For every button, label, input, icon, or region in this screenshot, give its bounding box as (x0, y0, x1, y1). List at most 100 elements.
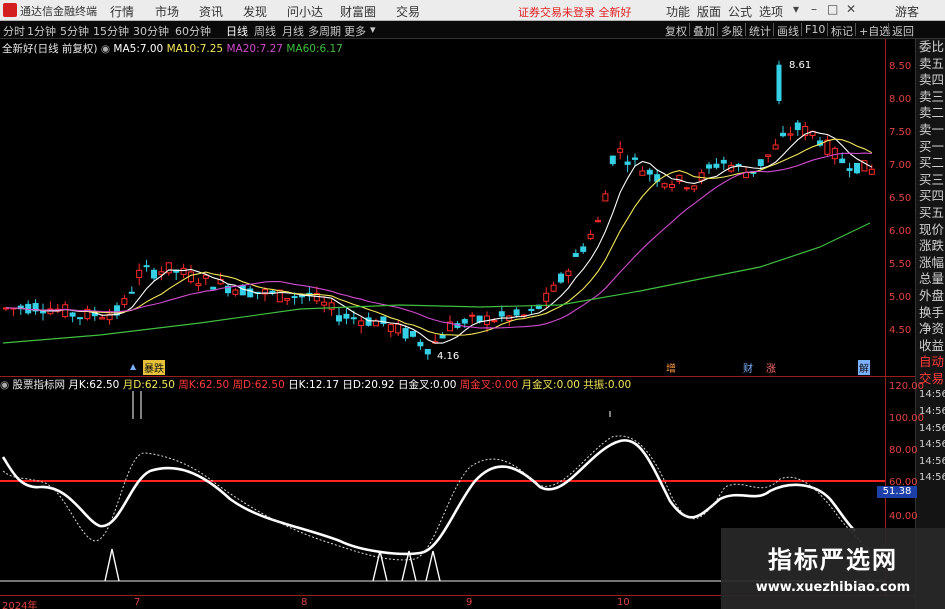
period-tab-5min[interactable]: 5分钟 (60, 23, 89, 39)
signal-triangle (104, 548, 120, 582)
period-toolbar: 分时 1分钟 5分钟 15分钟 30分钟 60分钟 日线 周线 月线 多周期 更… (0, 21, 945, 39)
side-item-change[interactable]: 涨跌 (916, 238, 945, 255)
period-tab-weekly[interactable]: 周线 (254, 23, 276, 39)
indicator-name[interactable]: 股票指标网 (13, 379, 66, 391)
side-item-bid4[interactable]: 买四 (916, 188, 945, 205)
side-item-ask4[interactable]: 卖四 (916, 72, 945, 89)
tool-mark[interactable]: 标记 (831, 23, 853, 39)
annotation-finance[interactable]: 财 (743, 360, 753, 375)
tool-back[interactable]: 返回 (892, 23, 914, 39)
candlestick-svg (2, 60, 875, 360)
maximize-icon[interactable]: □ (827, 2, 838, 16)
indicator-field-label: 共振: (579, 379, 608, 391)
legend-settings-icon[interactable]: ◉ (101, 43, 110, 55)
side-item-ask5[interactable]: 卖五 (916, 56, 945, 73)
annotation-increase[interactable]: 增 (666, 360, 676, 375)
side-item-ask3[interactable]: 卖三 (916, 89, 945, 106)
candle-body (195, 283, 202, 287)
side-item-price[interactable]: 现价 (916, 222, 945, 239)
ma5-value: 7.00 (139, 43, 164, 55)
candle-body (646, 169, 653, 175)
candle-body (321, 301, 328, 306)
tool-f10[interactable]: F10 (805, 23, 825, 36)
side-item-ask1[interactable]: 卖一 (916, 122, 945, 139)
menu-ask[interactable]: 问小达 (287, 3, 323, 20)
period-tab-timeshare[interactable]: 分时 (3, 23, 25, 39)
main-legend: 全新好(日线 前复权) ◉ MA5:7.00 MA10:7.25 MA20:7.… (2, 41, 343, 56)
side-item-outer[interactable]: 外盘 (916, 288, 945, 305)
high-price-label: 8.61 (789, 60, 812, 71)
side-item-bid2[interactable]: 买二 (916, 155, 945, 172)
candle-body (410, 331, 416, 337)
candle-body (624, 161, 631, 165)
period-more-arrow-icon[interactable]: ▾ (370, 23, 376, 36)
menu-quotes[interactable]: 行情 (110, 3, 134, 20)
price-tick: 7.00 (889, 160, 912, 171)
watermark-url: www.xuezhibiao.com (755, 580, 911, 595)
candle-body (402, 328, 409, 339)
candlestick-chart[interactable]: 全新好(日线 前复权) ◉ MA5:7.00 MA10:7.25 MA20:7.… (0, 39, 885, 376)
menu-discover[interactable]: 发现 (243, 3, 267, 20)
side-item-eps[interactable]: 收益 (916, 338, 945, 355)
side-item-auto[interactable]: 自动 (916, 354, 945, 371)
side-item-bid5[interactable]: 买五 (916, 205, 945, 222)
period-tab-60min[interactable]: 60分钟 (175, 23, 211, 39)
tool-draw[interactable]: 画线 (777, 23, 799, 39)
candle-body (491, 320, 498, 323)
tool-multistock[interactable]: 多股 (721, 23, 743, 39)
candle-body (831, 147, 838, 160)
side-time: 14:56 (919, 439, 945, 451)
candle-body (395, 323, 402, 334)
close-icon[interactable]: ✕ (846, 2, 856, 16)
tool-stats[interactable]: 统计 (749, 23, 771, 39)
candle-body (683, 187, 690, 190)
price-tick: 8.50 (889, 61, 912, 72)
candle-body (609, 155, 616, 165)
side-item-bid3[interactable]: 买三 (916, 172, 945, 189)
period-tab-monthly[interactable]: 月线 (282, 23, 304, 39)
menu-trade[interactable]: 交易 (396, 3, 420, 20)
candle-body (543, 292, 550, 302)
side-item-ratio[interactable]: 委比 (916, 39, 945, 56)
annotation-rise[interactable]: 涨 (766, 360, 776, 375)
tool-overlay[interactable]: 叠加 (693, 23, 715, 39)
minimize-icon[interactable]: – (811, 2, 817, 16)
menu-layout[interactable]: 版面 (697, 3, 721, 20)
indicator-field-label: 日金叉: (394, 379, 433, 391)
period-tab-more[interactable]: 更多 (344, 23, 366, 39)
annotation-unlock[interactable]: 解 (858, 360, 870, 375)
guest-button[interactable]: 游客 (895, 3, 919, 20)
side-item-bid1[interactable]: 买一 (916, 139, 945, 156)
side-item-net-assets[interactable]: 净资 (916, 321, 945, 338)
indicator-tick: 100.00 (889, 413, 924, 424)
side-item-volume[interactable]: 总量 (916, 271, 945, 288)
login-notice[interactable]: 证券交易未登录 全新好 (518, 4, 632, 20)
candle-body (269, 290, 276, 293)
tool-adjust[interactable]: 复权 (665, 23, 687, 39)
menu-wealth[interactable]: 财富圈 (340, 3, 376, 20)
period-tab-daily[interactable]: 日线 (226, 23, 248, 39)
period-tab-multi[interactable]: 多周期 (308, 23, 341, 39)
candle-body (706, 164, 712, 169)
side-item-ask2[interactable]: 卖二 (916, 105, 945, 122)
candle-body (780, 132, 786, 137)
menu-market[interactable]: 市场 (155, 3, 179, 20)
period-tab-30min[interactable]: 30分钟 (133, 23, 169, 39)
menu-formula[interactable]: 公式 (728, 3, 752, 20)
toolbar-divider (855, 23, 856, 36)
signal-triangle (372, 550, 388, 582)
signal-triangle (401, 550, 417, 582)
menu-function[interactable]: 功能 (666, 3, 690, 20)
period-tab-1min[interactable]: 1分钟 (27, 23, 56, 39)
indicator-settings-icon[interactable]: ◉ (0, 379, 9, 391)
menu-news[interactable]: 资讯 (199, 3, 223, 20)
period-tab-15min[interactable]: 15分钟 (93, 23, 129, 39)
side-item-turnover[interactable]: 换手 (916, 305, 945, 322)
annotation-crash[interactable]: 暴跌 (143, 360, 165, 375)
tool-add-watchlist[interactable]: +自选 (859, 23, 890, 39)
candle-body (846, 168, 853, 171)
app-title: 通达信金融终端 (20, 5, 97, 18)
side-item-change-pct[interactable]: 涨幅 (916, 255, 945, 272)
dropdown-icon[interactable]: ▾ (793, 2, 799, 16)
menu-options[interactable]: 选项 (759, 3, 783, 20)
